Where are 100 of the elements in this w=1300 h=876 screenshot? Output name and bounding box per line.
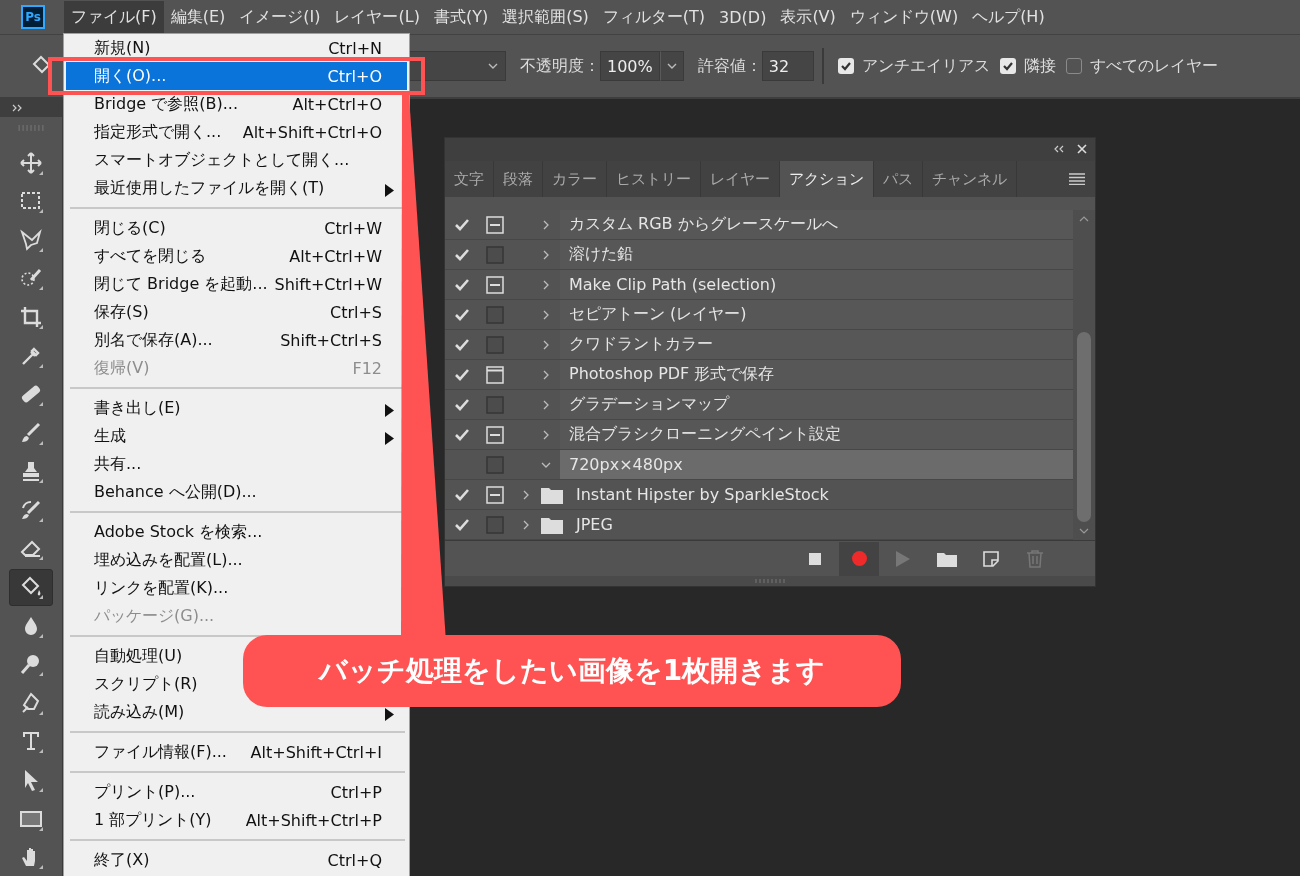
- checkbox[interactable]: [837, 58, 854, 74]
- panel-tab[interactable]: カラー: [543, 160, 607, 198]
- chevron-right-icon[interactable]: [541, 399, 551, 410]
- panel-tab[interactable]: アクション: [780, 160, 874, 198]
- stop-icon[interactable]: [809, 552, 821, 565]
- tolerance-field[interactable]: 32: [761, 51, 814, 81]
- empty-toggle-box[interactable]: [486, 395, 504, 414]
- collapse-icon[interactable]: [1053, 145, 1065, 154]
- action-name[interactable]: 溶けた鉛: [560, 240, 1073, 270]
- menu-item[interactable]: 共有...: [94, 453, 142, 475]
- panel-tab[interactable]: 段落: [494, 160, 543, 198]
- menu-item[interactable]: 選択範囲(S): [495, 0, 596, 34]
- menu-item[interactable]: 保存(S): [94, 301, 149, 323]
- action-name[interactable]: Photoshop PDF 形式で保存: [560, 360, 1073, 390]
- checkmark-icon[interactable]: [454, 517, 470, 532]
- menu-item[interactable]: スマートオブジェクトとして開く...: [94, 149, 350, 171]
- panel-tab[interactable]: ヒストリー: [607, 160, 701, 198]
- chevron-right-icon[interactable]: [541, 219, 551, 230]
- menu-item[interactable]: 3D(D): [712, 1, 774, 33]
- action-name[interactable]: Make Clip Path (selection): [560, 270, 1073, 300]
- panel-tab[interactable]: チャンネル: [923, 160, 1017, 198]
- action-set-name[interactable]: Instant Hipster by SparkleStock: [563, 485, 1073, 505]
- menu-item[interactable]: ヘルプ(H): [965, 0, 1052, 34]
- menu-item[interactable]: 生成: [94, 425, 126, 447]
- panel-tab[interactable]: パス: [874, 160, 923, 198]
- checkmark-icon[interactable]: [454, 367, 470, 382]
- dialog-toggle-icon[interactable]: [486, 365, 504, 384]
- chevron-right-icon[interactable]: [541, 429, 551, 440]
- empty-toggle-box[interactable]: [486, 305, 504, 324]
- tool-button[interactable]: [9, 569, 53, 606]
- close-icon[interactable]: [1077, 144, 1087, 155]
- menu-item[interactable]: Behance へ公開(D)...: [94, 481, 257, 503]
- menu-item[interactable]: Bridge で参照(B)...: [94, 93, 238, 115]
- menu-item[interactable]: 書式(Y): [426, 0, 496, 34]
- menu-item[interactable]: 読み込み(M): [94, 701, 185, 723]
- menu-item[interactable]: 閉じて Bridge を起動...: [94, 273, 268, 295]
- menu-item[interactable]: 編集(E): [163, 0, 233, 34]
- menu-item[interactable]: 新規(N): [94, 37, 151, 59]
- checkmark-icon[interactable]: [454, 487, 470, 502]
- menu-item[interactable]: すべてを閉じる: [94, 245, 206, 267]
- menu-icon[interactable]: [1069, 173, 1085, 186]
- opacity-dropdown-button[interactable]: [659, 51, 684, 81]
- checkmark-icon[interactable]: [454, 337, 470, 352]
- checkmark-icon[interactable]: [454, 427, 470, 442]
- menu-item[interactable]: ウィンドウ(W): [842, 0, 966, 34]
- checkbox[interactable]: [1065, 58, 1082, 74]
- checkmark-icon[interactable]: [454, 247, 470, 262]
- dialog-toggle-icon[interactable]: [486, 275, 504, 294]
- panel-tab[interactable]: 文字: [445, 160, 494, 198]
- chevron-right-icon[interactable]: [541, 309, 551, 320]
- chevron-right-icon[interactable]: [521, 519, 531, 530]
- scrollbar[interactable]: [1073, 210, 1095, 541]
- folder-icon[interactable]: [937, 550, 957, 567]
- menu-item[interactable]: プリント(P)...: [94, 781, 196, 803]
- menu-item[interactable]: 終了(X): [94, 849, 150, 871]
- menu-item[interactable]: 別名で保存(A)...: [94, 329, 213, 351]
- action-name[interactable]: 混合ブラシクローニングペイント設定: [560, 420, 1073, 450]
- menu-item[interactable]: 開く(O)... Ctrl+O: [66, 62, 407, 90]
- menu-item[interactable]: 1 部プリント(Y): [94, 809, 212, 831]
- dialog-toggle-icon[interactable]: [486, 215, 504, 234]
- opacity-field[interactable]: 100%: [600, 51, 660, 81]
- menu-item[interactable]: 自動処理(U): [94, 645, 183, 667]
- checkmark-icon[interactable]: [454, 307, 470, 322]
- chevron-right-icon[interactable]: [521, 489, 531, 500]
- action-name[interactable]: セピアトーン (レイヤー): [560, 300, 1073, 330]
- new-page-icon[interactable]: [983, 550, 999, 567]
- action-name[interactable]: カスタム RGB からグレースケールへ: [560, 210, 1073, 240]
- empty-toggle-box[interactable]: [486, 245, 504, 264]
- menu-item[interactable]: 閉じる(C): [94, 217, 166, 239]
- empty-toggle-box[interactable]: [486, 515, 504, 534]
- menu-item[interactable]: Adobe Stock を検索...: [94, 521, 263, 543]
- menu-item[interactable]: リンクを配置(K)...: [94, 577, 229, 599]
- dialog-toggle-icon[interactable]: [486, 425, 504, 444]
- menu-item[interactable]: ファイル情報(F)...: [94, 741, 227, 763]
- chevron-right-icon[interactable]: [541, 279, 551, 290]
- checkmark-icon[interactable]: [454, 217, 470, 232]
- action-set-name[interactable]: JPEG: [563, 515, 1073, 535]
- menu-item[interactable]: 埋め込みを配置(L)...: [94, 549, 243, 571]
- empty-toggle-box[interactable]: [486, 335, 504, 354]
- menu-item[interactable]: 最近使用したファイルを開く(T): [94, 177, 325, 199]
- scroll-up-icon[interactable]: [1079, 216, 1089, 223]
- empty-toggle-box[interactable]: [486, 455, 504, 474]
- menu-item[interactable]: レイヤー(L): [327, 0, 427, 34]
- checkmark-icon[interactable]: [454, 277, 470, 292]
- menu-item[interactable]: 表示(V): [773, 0, 843, 34]
- menu-item[interactable]: スクリプト(R): [94, 673, 198, 695]
- action-name[interactable]: グラデーションマップ: [560, 390, 1073, 420]
- menu-item[interactable]: ファイル(F): [64, 0, 164, 34]
- menu-item[interactable]: フィルター(T): [595, 0, 713, 34]
- checkmark-icon[interactable]: [454, 397, 470, 412]
- dialog-toggle-icon[interactable]: [486, 485, 504, 504]
- checkbox[interactable]: [999, 58, 1016, 74]
- action-name[interactable]: 720px×480px: [560, 450, 1073, 480]
- chevron-right-icon[interactable]: [541, 369, 551, 380]
- action-name[interactable]: クワドラントカラー: [560, 330, 1073, 360]
- menu-item[interactable]: 指定形式で開く...: [94, 121, 222, 143]
- menu-item[interactable]: 書き出し(E): [94, 397, 181, 419]
- chevron-right-icon[interactable]: [541, 339, 551, 350]
- menu-item[interactable]: イメージ(I): [232, 0, 328, 34]
- scroll-down-icon[interactable]: [1079, 528, 1089, 535]
